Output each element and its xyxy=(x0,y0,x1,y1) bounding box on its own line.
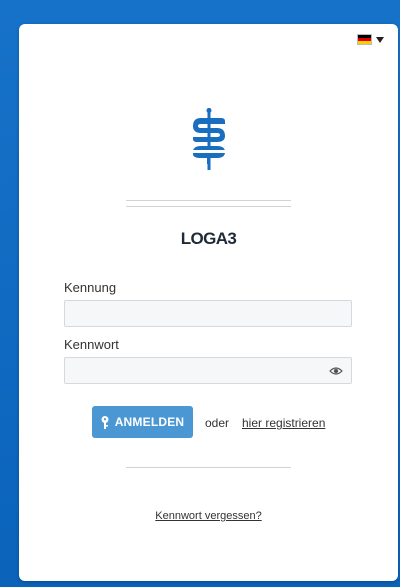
username-label: Kennung xyxy=(64,280,117,295)
eye-icon[interactable] xyxy=(329,365,343,377)
password-label: Kennwort xyxy=(64,337,119,352)
or-text: oder xyxy=(205,416,230,430)
german-flag-icon xyxy=(357,34,372,45)
forgot-password-link[interactable]: Kennwort vergessen? xyxy=(19,510,398,522)
login-button[interactable]: ANMELDEN xyxy=(92,406,193,438)
divider-bottom xyxy=(126,467,291,468)
username-field[interactable] xyxy=(64,300,352,327)
product-name: LOGA3 xyxy=(180,229,237,248)
key-icon xyxy=(101,415,109,429)
login-button-label: ANMELDEN xyxy=(114,415,185,429)
app-logo xyxy=(193,108,225,170)
password-field[interactable] xyxy=(64,357,352,384)
caret-down-icon xyxy=(376,36,384,43)
login-card: LOGA3 Kennung Kennwort ANMELDEN oder hie… xyxy=(19,24,398,581)
language-selector[interactable] xyxy=(357,34,384,45)
username-input[interactable] xyxy=(65,301,351,326)
register-link[interactable]: hier registrieren xyxy=(242,416,325,430)
password-input[interactable] xyxy=(65,358,351,383)
divider-top xyxy=(126,200,291,207)
